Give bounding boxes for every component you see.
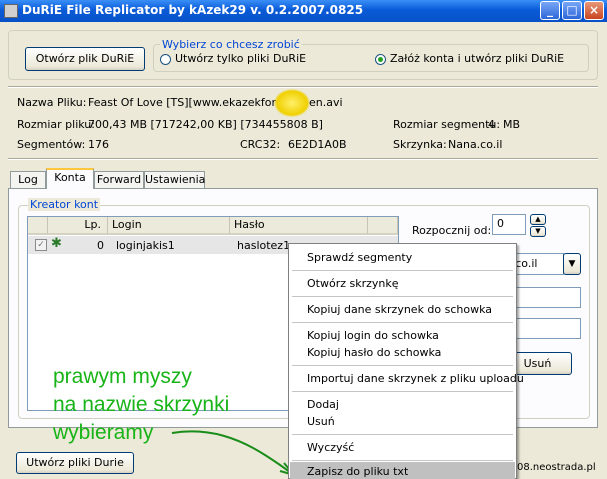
start-from-label: Rozpocznij od:	[412, 224, 492, 237]
menu-separator	[292, 322, 513, 323]
menu-separator	[292, 296, 513, 297]
menu-separator	[292, 460, 513, 461]
menu-import-upload[interactable]: Importuj dane skrzynek z pliku uploadu	[307, 372, 524, 385]
grid-header-extra	[368, 217, 398, 235]
minimize-button[interactable]: _	[540, 1, 560, 20]
menu-copy-mailbox-data[interactable]: Kopiuj dane skrzynek do schowka	[307, 303, 492, 316]
segment-size-unit: MB	[503, 118, 521, 131]
create-files-button[interactable]: Utwórz pliki Durie	[16, 452, 134, 474]
close-button[interactable]: ×	[584, 1, 604, 20]
annotation-arrow-icon	[171, 430, 297, 477]
menu-separator	[292, 270, 513, 271]
file-name-tail: en.avi	[309, 96, 343, 109]
tab-ustawienia[interactable]: Ustawienia	[144, 171, 205, 188]
grid-header-password[interactable]: Hasło	[230, 217, 368, 235]
menu-separator	[292, 434, 513, 435]
spin-down-button[interactable]: ▼	[530, 226, 546, 237]
status-text: 08.neostrada.pl	[517, 462, 596, 473]
mailbox-value: Nana.co.il	[448, 138, 503, 151]
menu-add[interactable]: Dodaj	[307, 398, 339, 411]
spin-up-button[interactable]: ▲	[530, 214, 546, 225]
grid-header-lp[interactable]: Lp.	[48, 217, 108, 235]
menu-copy-login[interactable]: Kopiuj login do schowka	[307, 329, 439, 342]
file-size-value: 700,43 MB [717242,00 KB] [734455808 B]	[88, 118, 323, 131]
radio-create-accounts-label[interactable]: Załóż konta i utwórz pliki DuRiE	[390, 52, 564, 65]
crc-label: CRC32:	[240, 138, 281, 151]
menu-check-segments[interactable]: Sprawdź segmenty	[307, 251, 412, 264]
menu-clear[interactable]: Wyczyść	[307, 441, 354, 454]
annotation-line-1: prawym myszy	[53, 365, 192, 388]
window-title: DuRiE File Replicator by kAzek29 v. 0.2.…	[22, 3, 364, 17]
segment-size-label: Rozmiar segmentu:	[393, 118, 501, 131]
menu-separator	[292, 365, 513, 366]
segment-size-value: 4	[488, 118, 495, 131]
menu-separator	[292, 391, 513, 392]
chevron-down-icon[interactable]: ▼	[563, 253, 581, 275]
crc-value: 6E2D1A0B	[288, 138, 347, 151]
file-name-value: Feast Of Love [TS][www.ekazekforum.	[88, 96, 298, 109]
grid-header-check	[28, 217, 48, 235]
radio-only-files[interactable]	[160, 54, 171, 65]
tab-forward[interactable]: Forward	[94, 171, 144, 188]
action-choice-legend: Wybierz co chcesz zrobić	[160, 38, 302, 51]
menu-remove[interactable]: Usuń	[307, 415, 335, 428]
row-login: loginjakis1	[116, 239, 175, 252]
grid-header-login[interactable]: Login	[108, 217, 230, 235]
row-lp: 0	[97, 239, 104, 252]
app-icon	[4, 4, 18, 18]
row-password: haslotez1	[237, 239, 291, 252]
divider	[8, 86, 598, 88]
radio-create-accounts[interactable]	[375, 54, 386, 65]
file-size-label: Rozmiar pliku:	[17, 118, 95, 131]
segments-value: 176	[88, 138, 109, 151]
segments-label: Segmentów:	[17, 138, 86, 151]
start-from-input[interactable]: 0	[492, 214, 526, 235]
tab-log[interactable]: Log	[10, 171, 46, 188]
annotation-line-3: wybieramy	[53, 421, 154, 444]
annotation-line-2: na nazwie skrzynki	[53, 393, 230, 416]
file-name-label: Nazwa Pliku:	[17, 96, 87, 109]
open-durie-button[interactable]: Otwórz plik DuRiE	[25, 47, 145, 71]
row-checkbox[interactable]: ✓	[35, 239, 47, 251]
tab-konta[interactable]: Konta	[46, 168, 94, 189]
creator-legend: Kreator kont	[28, 198, 101, 211]
heart-blot	[274, 89, 310, 117]
radio-only-files-label[interactable]: Utwórz tylko pliki DuRiE	[175, 52, 306, 65]
divider	[8, 158, 598, 160]
mailbox-label: Skrzynka:	[393, 138, 447, 151]
maximize-button[interactable]: □	[562, 1, 582, 20]
menu-save-txt[interactable]: Zapisz do pliku txt	[307, 465, 408, 478]
menu-open-mailbox[interactable]: Otwórz skrzynkę	[307, 277, 399, 290]
menu-copy-password[interactable]: Kopiuj hasło do schowka	[307, 346, 441, 359]
